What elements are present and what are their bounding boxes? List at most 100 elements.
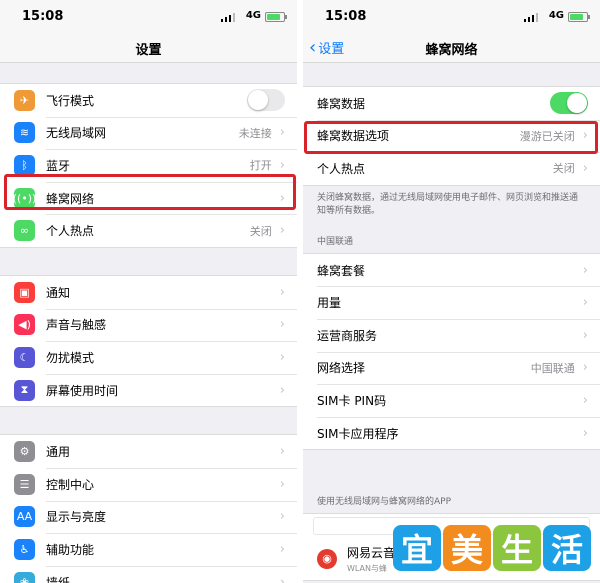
status-time: 15:08 [22,9,64,24]
hotspot-icon: ∞ [14,220,35,242]
apps-header: 使用无线局域网与蜂窝网络的APP [317,497,452,508]
network-type: 4G [548,10,564,21]
settings-row[interactable]: ✈ 飞行模式 [0,84,297,117]
battery-icon [265,12,287,22]
nav-bar: 设置 [0,33,297,63]
cellular-row[interactable]: 运营商服务 › [303,318,600,352]
app-name: 网易云音 [347,545,396,560]
settings-group-general: ⚙ 通用 › ☰ 控制中心 › AA 显示与亮度 › ♿ 辅助功能 › ❀ 墙纸 › [0,434,297,583]
settings-row[interactable]: ⚙ 通用 › [0,435,297,468]
hourglass-icon: ⧗ [14,379,35,401]
chevron-right-icon: › [279,223,285,239]
row-label: 网络选择 [317,361,366,376]
settings-row[interactable]: ☾ 勿扰模式 › [0,341,297,374]
chevron-right-icon: › [279,284,285,300]
nav-bar: ‹ 设置 蜂窝网络 [303,33,600,63]
settings-group-connectivity: ✈ 飞行模式 ≋ 无线局域网 未连接 › ᛒ 蓝牙 打开 › ((•)) 蜂窝网络 › ∞ 个人热点 关闭 › [0,83,297,248]
chevron-right-icon: › [279,444,285,460]
chevron-right-icon: › [582,425,588,441]
settings-row[interactable]: ☰ 控制中心 › [0,467,297,501]
carrier-header: 中国联通 [317,236,354,247]
chevron-right-icon: › [279,125,285,141]
watermark-char: 美 [443,525,491,571]
settings-row[interactable]: ◀) 声音与触感 › [0,308,297,342]
cellular-note: 关闭蜂窝数据，通过无线局域网使用电子邮件、网页浏览和推送通知等所有数据。 [317,192,579,216]
row-label: 蜂窝数据 [317,96,366,111]
carrier-group: 蜂窝套餐 › 用量 › 运营商服务 › 网络选择 中国联通 › SIM卡 PIN码 › SIM卡应用程… [303,252,600,451]
row-label: 无线局域网 [46,126,107,141]
cellular-row[interactable]: 网络选择 中国联通 › [303,351,600,385]
switches-icon: ☰ [14,473,35,495]
chevron-right-icon: › [279,317,285,333]
chevron-right-icon: › [279,349,285,365]
row-label: 个人热点 [46,224,95,239]
notification-icon: ▣ [14,281,35,303]
accessibility-icon: ♿ [14,538,35,560]
cellular-row[interactable]: SIM卡应用程序 › [303,416,600,450]
row-label: 蜂窝套餐 [317,263,366,278]
watermark-char: 生 [493,525,541,571]
row-label: 蓝牙 [46,158,71,173]
signal-icon [221,13,235,22]
row-value: 关闭 [552,162,575,176]
row-label: 显示与亮度 [46,510,107,525]
settings-row[interactable]: ❀ 墙纸 › [0,565,297,583]
row-value: 打开 [249,159,272,173]
chevron-right-icon: › [279,476,285,492]
settings-row[interactable]: ∞ 个人热点 关闭 › [0,214,297,247]
bluetooth-icon: ᛒ [14,154,35,176]
row-label: 辅助功能 [46,542,95,557]
highlight-cellular-options [304,121,598,154]
row-value: 中国联通 [530,361,575,375]
chevron-right-icon: › [582,160,588,176]
row-label: 墙纸 [46,575,71,583]
settings-row[interactable]: ♿ 辅助功能 › [0,533,297,566]
settings-screen: 15:08 4G 设置 ✈ 飞行模式 ≋ 无线局域网 未连接 › ᛒ 蓝牙 打开 › ((•)) 蜂窝… [0,0,297,583]
row-label: 控制中心 [46,477,95,492]
chevron-right-icon: › [279,541,285,557]
row-value: 关闭 [249,224,272,238]
row-label: 声音与触感 [46,318,107,333]
wifi-icon: ≋ [14,122,35,144]
cellular-row[interactable]: 蜂窝数据 [303,87,600,120]
highlight-cellular [4,174,296,210]
row-label: 飞行模式 [46,93,95,108]
row-label: 通用 [46,445,71,460]
chevron-right-icon: › [582,392,588,408]
battery-icon [568,12,590,22]
page-title: 蜂窝网络 [425,43,478,58]
cellular-row[interactable]: 个人热点 关闭 › [303,152,600,185]
row-label: 通知 [46,285,71,300]
settings-row[interactable]: ▣ 通知 › [0,276,297,309]
watermark-logo: 宜美生活 [393,525,591,571]
row-label: SIM卡应用程序 [317,426,399,441]
settings-group-notifications: ▣ 通知 › ◀) 声音与触感 › ☾ 勿扰模式 › ⧗ 屏幕使用时间 › [0,274,297,408]
chevron-right-icon: › [279,509,285,525]
settings-row[interactable]: ⧗ 屏幕使用时间 › [0,373,297,407]
row-label: 屏幕使用时间 [46,383,119,398]
chevron-right-icon: › [582,360,588,376]
chevron-right-icon: › [582,295,588,311]
signal-icon [524,13,538,22]
moon-icon: ☾ [14,346,35,368]
row-label: 个人热点 [317,161,366,176]
airplane-mode-toggle[interactable] [247,89,285,112]
status-bar: 15:08 4G [0,0,297,33]
cellular-data-toggle[interactable] [550,92,588,115]
cellular-row[interactable]: 蜂窝套餐 › [303,254,600,287]
cellular-row[interactable]: 用量 › [303,286,600,319]
chevron-right-icon: › [279,574,285,583]
row-value: 未连接 [238,126,272,140]
settings-row[interactable]: ≋ 无线局域网 未连接 › [0,116,297,150]
network-type: 4G [245,10,261,21]
gear-icon: ⚙ [14,441,35,463]
settings-row[interactable]: AA 显示与亮度 › [0,500,297,534]
watermark-char: 活 [543,525,591,571]
cellular-row[interactable]: SIM卡 PIN码 › [303,384,600,417]
row-label: 勿扰模式 [46,350,95,365]
music-app-icon: ◉ [317,548,337,569]
chevron-right-icon: › [279,382,285,398]
row-label: SIM卡 PIN码 [317,393,387,408]
flower-icon: ❀ [14,571,35,583]
app-subtitle: WLAN与蜂 [347,563,388,573]
